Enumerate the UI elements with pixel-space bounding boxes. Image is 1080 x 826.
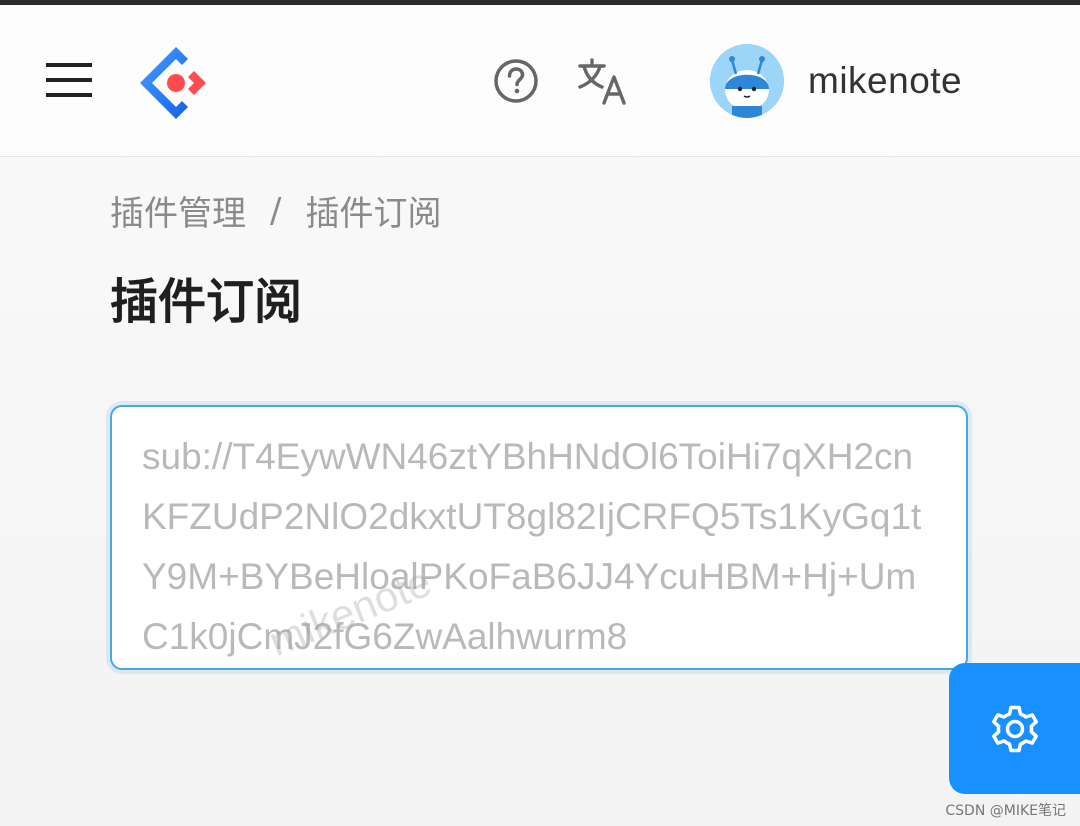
page-title: 插件订阅 (110, 274, 303, 330)
user-menu[interactable]: mikenote (710, 43, 962, 119)
subscription-input-box[interactable] (110, 405, 968, 670)
breadcrumb-plugin-management[interactable]: 插件管理 (110, 186, 246, 235)
page: mikenote 插件管理 / 插件订阅 插件订阅 mikenote CSDN … (0, 0, 1080, 826)
subscription-url-input[interactable] (112, 407, 966, 668)
translate-icon[interactable] (576, 57, 628, 107)
breadcrumb: 插件管理 / 插件订阅 (110, 186, 441, 235)
username[interactable]: mikenote (808, 60, 962, 102)
breadcrumb-plugin-subscription: 插件订阅 (305, 194, 442, 234)
breadcrumb-separator: / (270, 190, 282, 231)
hamburger-menu-icon[interactable] (44, 55, 94, 105)
user-avatar[interactable] (710, 44, 784, 118)
header-bar: mikenote (0, 5, 1080, 157)
csdn-credit: CSDN @MIKE笔记 (945, 803, 1066, 819)
app-logo-icon[interactable] (136, 43, 216, 123)
gear-icon (991, 705, 1038, 752)
question-circle-icon[interactable] (492, 57, 540, 105)
settings-button[interactable] (949, 663, 1080, 794)
